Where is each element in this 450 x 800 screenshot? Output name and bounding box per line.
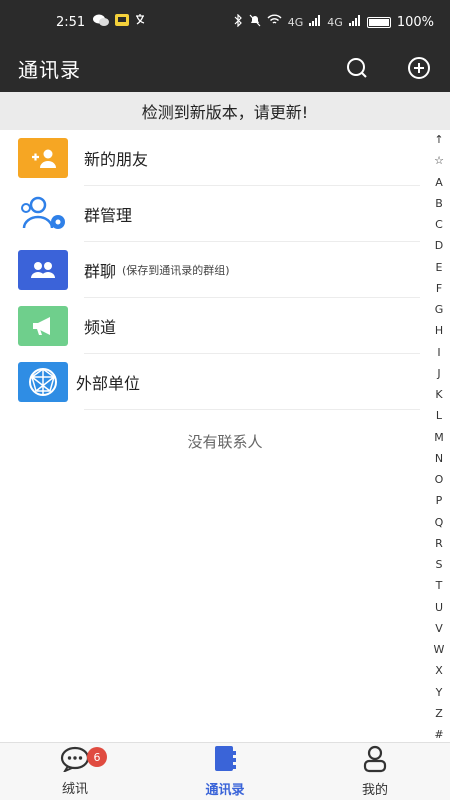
index-letter[interactable]: F [436,283,442,294]
list-item-label: 群管理 [84,206,133,225]
bottom-tab-bar: 6 绒讯 通讯录 我的 [0,742,450,800]
chat-bubble-icon [60,746,90,776]
index-letter[interactable]: Q [435,517,444,528]
index-letter[interactable]: T [436,580,443,591]
tab-label: 绒讯 [61,782,88,797]
mute-bell-icon [249,14,261,31]
tab-me[interactable]: 我的 [300,743,450,800]
battery-percent: 100% [396,14,434,30]
signal-icon [348,14,361,30]
wifi-icon [267,14,282,30]
list-item-label: 频道 [84,318,117,337]
index-letter[interactable]: I [437,347,440,358]
list-item-label: 新的朋友 [84,150,149,169]
translate-icon [135,13,149,31]
battery-icon [366,16,391,28]
index-letter[interactable]: M [434,432,444,443]
plus-circle-icon[interactable] [406,55,432,81]
index-letter[interactable]: L [436,410,442,421]
index-letter[interactable]: A [435,177,443,188]
person-icon [362,745,388,777]
contact-list: 新的朋友 群管理 群聊 (保存到通讯录的群组) 频道 外部单位 [0,130,420,410]
list-item-label: 外部单位 [76,374,141,393]
status-left-icons [93,13,149,31]
search-icon[interactable] [344,55,370,81]
index-letter[interactable]: D [435,240,443,251]
alphabet-index-bar[interactable]: ↑ ☆ A B C D E F G H I J K L M N O P Q R S T U V W X Y Z # [428,130,450,742]
index-letter[interactable]: X [435,665,443,676]
app-icon [115,13,130,31]
add-friend-icon [18,138,68,178]
globe-network-icon [18,362,68,402]
group-settings-icon [18,194,68,234]
header-actions [344,55,432,81]
index-letter[interactable]: ☆ [434,155,444,166]
bluetooth-icon [234,13,243,31]
app-header: 通讯录 [0,44,450,92]
index-letter[interactable]: H [435,325,443,336]
tab-label: 我的 [361,783,388,798]
status-time: 2:51 [56,14,86,30]
divider [84,409,420,410]
index-letter[interactable]: S [436,559,443,570]
empty-contacts-text: 没有联系人 [187,433,263,451]
index-letter[interactable]: ↑ [434,134,443,145]
index-letter[interactable]: O [435,474,444,485]
contacts-book-icon [213,745,237,777]
index-letter[interactable]: V [435,623,443,634]
index-letter[interactable]: B [435,198,443,209]
list-item-label: 群聊 [84,262,117,281]
index-letter[interactable]: U [435,602,443,613]
network-4g-label-2: 4G [327,15,343,29]
index-letter[interactable]: G [435,304,444,315]
signal-icon [309,14,321,30]
index-letter[interactable]: J [437,368,440,379]
list-item-sublabel: (保存到通讯录的群组) [122,264,230,277]
status-right-icons: 4G 4G 100% [234,13,434,31]
index-letter[interactable]: K [435,389,442,400]
update-banner[interactable]: 检测到新版本，请更新! [0,92,450,130]
status-bar: 2:51 4G 4G 100% [0,0,450,44]
index-letter[interactable]: W [434,644,445,655]
tab-label: 通讯录 [205,783,245,798]
update-banner-text: 检测到新版本，请更新! [141,103,309,122]
list-item-new-friends[interactable]: 新的朋友 [0,130,420,186]
index-letter[interactable]: Y [436,687,443,698]
list-item-channel[interactable]: 频道 [0,298,420,354]
unread-badge: 6 [87,747,107,767]
index-letter[interactable]: E [436,262,443,273]
index-letter[interactable]: # [434,729,443,740]
index-letter[interactable]: N [435,453,443,464]
wechat-icon [93,14,110,31]
index-letter[interactable]: Z [435,708,443,719]
index-letter[interactable]: R [435,538,443,549]
page-title: 通讯录 [18,57,81,82]
index-letter[interactable]: P [436,495,443,506]
tab-messages[interactable]: 6 绒讯 [0,743,150,800]
group-chat-icon [18,250,68,290]
megaphone-icon [18,306,68,346]
index-letter[interactable]: C [435,219,443,230]
list-item-external-units[interactable]: 外部单位 [0,354,420,410]
list-item-group-chat[interactable]: 群聊 (保存到通讯录的群组) [0,242,420,298]
tab-contacts[interactable]: 通讯录 [150,743,300,800]
network-4g-label-1: 4G [287,15,304,29]
list-item-group-management[interactable]: 群管理 [0,186,420,242]
